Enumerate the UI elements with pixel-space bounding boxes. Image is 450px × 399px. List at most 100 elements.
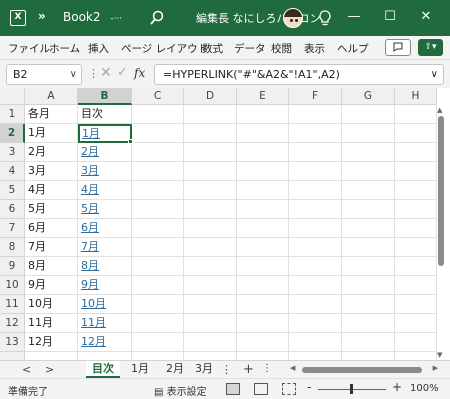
cell[interactable] <box>184 181 237 200</box>
cell[interactable] <box>237 181 289 200</box>
cell[interactable] <box>289 238 342 257</box>
cell[interactable] <box>237 295 289 314</box>
cell[interactable] <box>132 276 184 295</box>
cell[interactable] <box>184 124 237 143</box>
column-header-b[interactable]: B <box>78 88 132 105</box>
cell-month[interactable]: 各月 <box>25 105 78 124</box>
row-header[interactable]: 7 <box>0 219 25 238</box>
sheet-tab-feb[interactable]: 2月 <box>160 361 190 378</box>
cell[interactable] <box>395 219 437 238</box>
cell[interactable] <box>237 314 289 333</box>
cell[interactable] <box>184 219 237 238</box>
cell[interactable] <box>289 276 342 295</box>
cell[interactable] <box>289 124 342 143</box>
expand-formula-icon[interactable]: ∨ <box>431 65 438 84</box>
lightbulb-icon[interactable] <box>318 9 332 27</box>
column-header-g[interactable]: G <box>342 88 395 105</box>
cell-month[interactable]: 5月 <box>25 200 78 219</box>
cell-month[interactable]: 11月 <box>25 314 78 333</box>
sheet-more-icon[interactable]: ⋮ <box>221 363 232 376</box>
cell[interactable] <box>289 295 342 314</box>
cell[interactable] <box>132 333 184 352</box>
avatar[interactable] <box>283 8 303 28</box>
cell[interactable] <box>184 238 237 257</box>
tab-insert[interactable]: 挿入 <box>88 41 109 56</box>
row-header[interactable]: 5 <box>0 181 25 200</box>
cell-toc-link[interactable]: 12月 <box>78 333 132 352</box>
horizontal-scrollbar[interactable]: ◀ ▶ <box>290 364 438 375</box>
display-settings-button[interactable]: ▤ 表示設定 <box>154 383 207 398</box>
cell[interactable] <box>132 105 184 124</box>
cell[interactable] <box>289 105 342 124</box>
tab-data[interactable]: データ <box>234 41 266 56</box>
cell-month[interactable]: 2月 <box>25 143 78 162</box>
scrollbar-thumb[interactable] <box>438 116 444 266</box>
column-header-e[interactable]: E <box>237 88 289 105</box>
cell-toc-link[interactable]: 8月 <box>78 257 132 276</box>
cell[interactable] <box>289 257 342 276</box>
cell[interactable] <box>132 314 184 333</box>
document-title-dropdown[interactable]: -··· <box>110 14 122 24</box>
scroll-right-icon[interactable]: ▶ <box>433 364 438 372</box>
row-header[interactable]: 1 <box>0 105 25 124</box>
cell[interactable] <box>289 162 342 181</box>
cell[interactable] <box>395 162 437 181</box>
vertical-scrollbar[interactable]: ▲ ▼ <box>437 106 445 359</box>
comment-button[interactable] <box>385 39 411 56</box>
cell[interactable] <box>237 333 289 352</box>
cell-month[interactable]: 9月 <box>25 276 78 295</box>
zoom-slider-knob[interactable] <box>350 384 353 394</box>
page-layout-view-icon[interactable] <box>254 383 268 395</box>
cell[interactable] <box>237 257 289 276</box>
cell[interactable] <box>184 295 237 314</box>
sheet-tab-toc[interactable]: 目次 <box>86 361 120 378</box>
cell-month[interactable]: 7月 <box>25 238 78 257</box>
scroll-left-icon[interactable]: ◀ <box>290 364 295 372</box>
cell[interactable] <box>132 181 184 200</box>
row-header[interactable]: 11 <box>0 295 25 314</box>
cell[interactable] <box>395 238 437 257</box>
cell-toc-link[interactable]: 10月 <box>78 295 132 314</box>
cell[interactable] <box>132 295 184 314</box>
cell[interactable] <box>395 333 437 352</box>
cell[interactable] <box>237 219 289 238</box>
cell[interactable] <box>289 143 342 162</box>
select-all-corner[interactable] <box>0 88 25 105</box>
cell[interactable] <box>289 314 342 333</box>
cell[interactable] <box>395 314 437 333</box>
cell[interactable] <box>342 238 395 257</box>
enter-icon[interactable]: ✓ <box>117 65 128 80</box>
zoom-out-button[interactable]: - <box>307 380 311 394</box>
cell[interactable] <box>237 238 289 257</box>
cell[interactable] <box>395 200 437 219</box>
column-header-h[interactable]: H <box>395 88 437 105</box>
column-header-f[interactable]: F <box>289 88 342 105</box>
cell[interactable] <box>395 124 437 143</box>
scroll-down-icon[interactable]: ▼ <box>437 351 442 359</box>
formula-input[interactable]: =HYPERLINK("#"&A2&"!A1",A2) ∨ <box>154 64 444 85</box>
column-header-c[interactable]: C <box>132 88 184 105</box>
more-options-icon[interactable]: ⋮ <box>262 363 272 374</box>
cell[interactable] <box>395 143 437 162</box>
cell[interactable] <box>342 219 395 238</box>
cell[interactable] <box>237 124 289 143</box>
sheet-tab-mar[interactable]: 3月 <box>195 361 217 378</box>
share-button[interactable]: ⇪▾ <box>418 39 443 56</box>
excel-logo-icon[interactable]: X <box>10 10 26 26</box>
cell-toc-link[interactable]: 9月 <box>78 276 132 295</box>
cell-toc-link[interactable]: 6月 <box>78 219 132 238</box>
cell-toc-link[interactable]: 5月 <box>78 200 132 219</box>
cell[interactable] <box>342 257 395 276</box>
row-header[interactable]: 8 <box>0 238 25 257</box>
tab-review[interactable]: 校閲 <box>271 41 292 56</box>
cell-toc-link[interactable]: 11月 <box>78 314 132 333</box>
row-header[interactable]: 6 <box>0 200 25 219</box>
cell[interactable] <box>132 143 184 162</box>
cell[interactable] <box>289 200 342 219</box>
cell-month[interactable]: 3月 <box>25 162 78 181</box>
cell[interactable] <box>342 276 395 295</box>
zoom-level[interactable]: 100% <box>410 383 439 394</box>
tab-home[interactable]: ホーム <box>49 41 80 56</box>
cell[interactable] <box>237 162 289 181</box>
row-header[interactable]: 12 <box>0 314 25 333</box>
